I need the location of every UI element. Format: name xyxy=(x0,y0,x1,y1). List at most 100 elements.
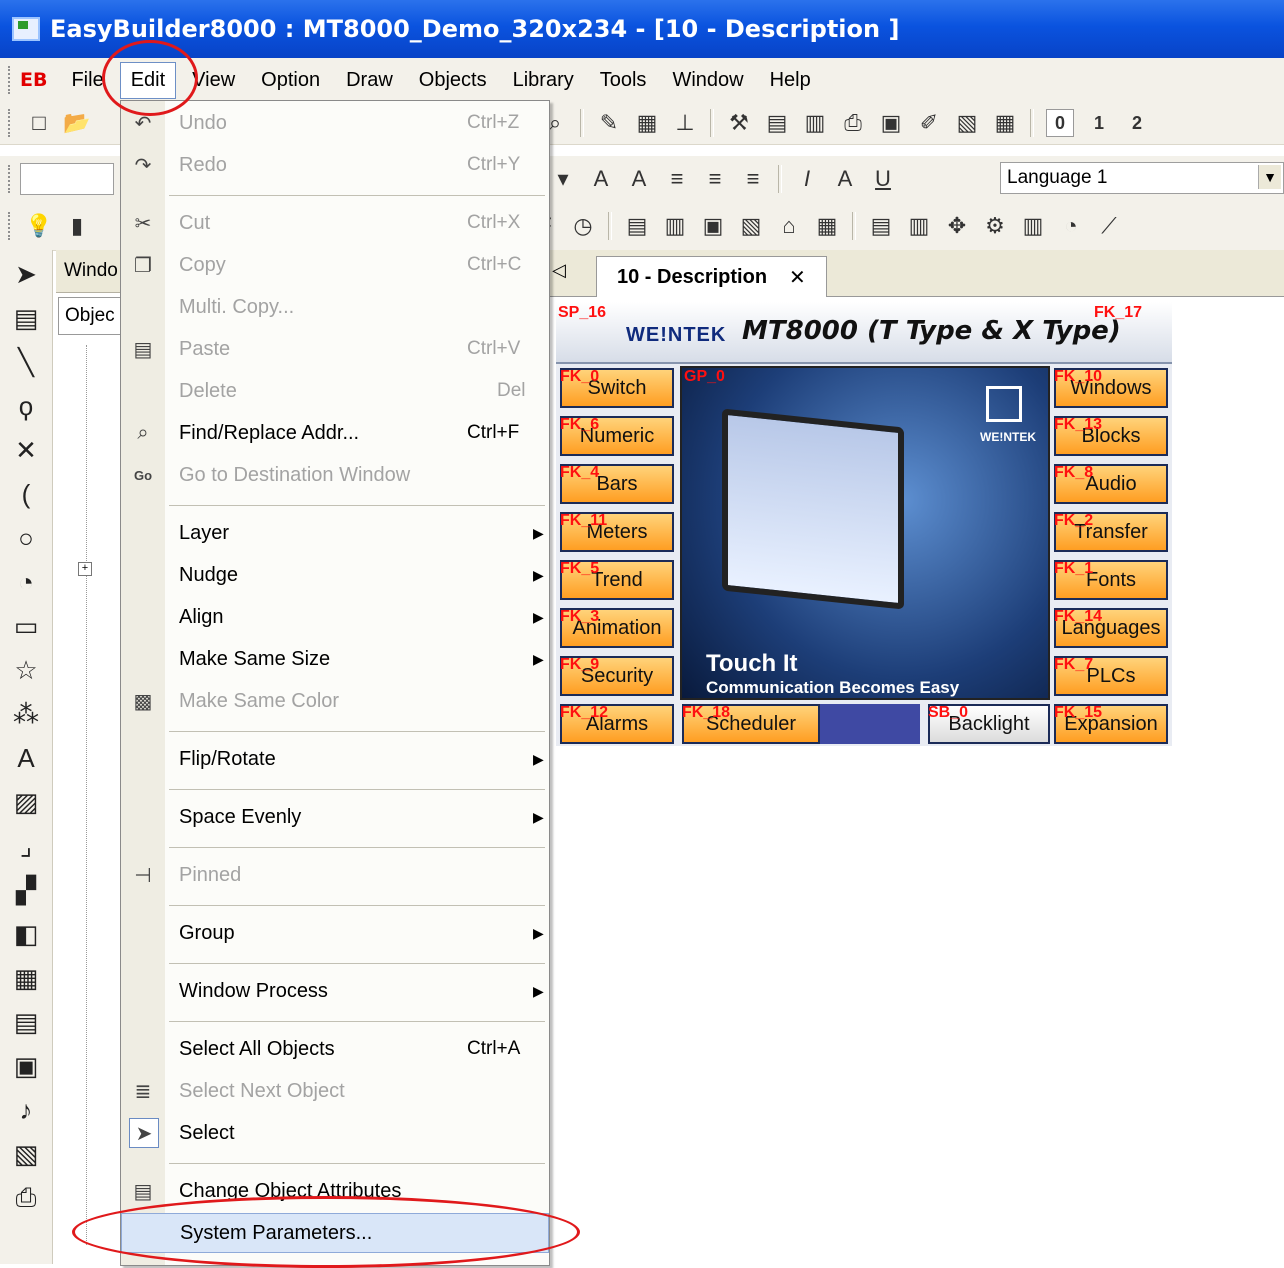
numeric-display-icon[interactable]: ▤ xyxy=(624,213,650,239)
menu-item-change-attributes[interactable]: ▤ Change Object Attributes xyxy=(121,1171,549,1211)
align-icon[interactable]: ⊥ xyxy=(672,110,698,136)
list-icon[interactable]: ▣ xyxy=(10,1050,42,1082)
menu-item-multi-copy[interactable]: Multi. Copy... xyxy=(121,287,549,327)
menu-item-select-next[interactable]: ≣ Select Next Object xyxy=(121,1071,549,1111)
menu-option[interactable]: Option xyxy=(251,63,330,98)
cf-card-icon[interactable]: ▣ xyxy=(878,110,904,136)
align-center-icon[interactable]: ≡ xyxy=(702,166,728,192)
tab-scroll-left-icon[interactable]: ◁ xyxy=(552,260,566,281)
state-2-button[interactable]: 2 xyxy=(1124,110,1150,136)
pen-icon[interactable]: ✎ xyxy=(596,110,622,136)
menu-item-pinned[interactable]: ⊣ Pinned xyxy=(121,855,549,895)
message-icon[interactable]: ▧ xyxy=(738,213,764,239)
menu-item-make-same-size[interactable]: Make Same Size ▶ xyxy=(121,639,549,679)
calendar-icon[interactable]: ▦ xyxy=(814,213,840,239)
menu-item-goto-destination[interactable]: Go Go to Destination Window xyxy=(121,455,549,495)
text-icon[interactable]: A xyxy=(10,742,42,774)
menu-item-paste[interactable]: ▤ Paste Ctrl+V xyxy=(121,329,549,369)
pointer-icon[interactable]: ➤ xyxy=(10,258,42,290)
keypad-icon[interactable]: ▣ xyxy=(700,213,726,239)
star-icon[interactable]: ☆ xyxy=(10,654,42,686)
animation-icon[interactable]: ⚙ xyxy=(982,213,1008,239)
tools-icon[interactable]: ⚒ xyxy=(726,110,752,136)
simulate-icon[interactable]: ▥ xyxy=(802,110,828,136)
menu-item-make-same-color[interactable]: ▩ Make Same Color xyxy=(121,681,549,721)
polyline-icon[interactable]: ϙ xyxy=(10,390,42,422)
circle-icon[interactable]: ○ xyxy=(10,522,42,554)
menu-item-select[interactable]: ➤ Select xyxy=(121,1113,549,1153)
menu-item-redo[interactable]: ↷ Redo Ctrl+Y xyxy=(121,145,549,185)
macro-icon[interactable]: ▞ xyxy=(10,874,42,906)
align-left-icon[interactable]: ≡ xyxy=(664,166,690,192)
bulb-icon[interactable]: 💡 xyxy=(25,213,52,239)
menu-item-find-replace[interactable]: ⌕ Find/Replace Addr... Ctrl+F xyxy=(121,413,549,453)
menu-library[interactable]: Library xyxy=(503,63,584,98)
cross-icon[interactable]: ✕ xyxy=(10,434,42,466)
menu-draw[interactable]: Draw xyxy=(336,63,403,98)
window-icon[interactable]: ◧ xyxy=(10,918,42,950)
menu-file[interactable]: File xyxy=(61,63,113,98)
menu-objects[interactable]: Objects xyxy=(409,63,497,98)
picture-icon[interactable]: ▧ xyxy=(954,110,980,136)
menu-item-nudge[interactable]: Nudge ▶ xyxy=(121,555,549,595)
expand-icon[interactable]: + xyxy=(78,562,92,576)
underline-icon[interactable]: U xyxy=(870,166,896,192)
font-combo[interactable] xyxy=(20,163,114,195)
scale-icon[interactable]: ⁂ xyxy=(10,698,42,730)
menu-item-undo[interactable]: ↶ Undo Ctrl+Z xyxy=(121,103,549,143)
music-note-icon[interactable]: ♪ xyxy=(10,1094,42,1126)
rectangle-icon[interactable]: ▭ xyxy=(10,610,42,642)
dropdown-arrow-icon[interactable]: ▾ xyxy=(550,166,576,192)
menu-item-window-process[interactable]: Window Process ▶ xyxy=(121,971,549,1011)
frame-icon[interactable]: ⌟ xyxy=(10,830,42,862)
tab-description[interactable]: 10 - Description ✕ xyxy=(596,256,827,297)
meter-icon[interactable]: ◔ xyxy=(1058,213,1084,239)
open-folder-icon[interactable]: 📂 xyxy=(63,110,90,136)
menu-item-delete[interactable]: Delete Del xyxy=(121,371,549,411)
menu-item-space-evenly[interactable]: Space Evenly ▶ xyxy=(121,797,549,837)
recipe-icon[interactable]: ▦ xyxy=(10,962,42,994)
font-grow-icon[interactable]: A xyxy=(588,166,614,192)
word-input-icon[interactable]: ▤ xyxy=(868,213,894,239)
state-0-button[interactable]: 0 xyxy=(1046,109,1074,137)
menu-item-system-parameters[interactable]: System Parameters... xyxy=(121,1213,549,1253)
new-file-icon[interactable]: □ xyxy=(26,110,52,136)
table-icon[interactable]: ▦ xyxy=(992,110,1018,136)
data-block-icon[interactable]: ▤ xyxy=(10,1006,42,1038)
attributes-icon[interactable]: ▤ xyxy=(10,302,42,334)
state-1-button[interactable]: 1 xyxy=(1086,110,1112,136)
menu-window[interactable]: Window xyxy=(662,63,753,98)
menu-help[interactable]: Help xyxy=(760,63,821,98)
printer-icon[interactable]: ⎙ xyxy=(10,1182,42,1214)
menu-item-align[interactable]: Align ▶ xyxy=(121,597,549,637)
chevron-down-icon[interactable]: ▼ xyxy=(1258,165,1281,189)
pie-icon[interactable]: ◔ xyxy=(10,566,42,598)
menu-item-copy[interactable]: ❐ Copy Ctrl+C xyxy=(121,245,549,285)
menu-edit[interactable]: Edit xyxy=(119,61,177,99)
menu-item-select-all[interactable]: Select All Objects Ctrl+A xyxy=(121,1029,549,1069)
home-icon[interactable]: ⌂ xyxy=(776,213,802,239)
clock-icon[interactable]: ◷ xyxy=(570,213,596,239)
menu-view[interactable]: View xyxy=(182,63,245,98)
language-select[interactable]: Language 1 ▼ xyxy=(1000,162,1284,194)
objects-tab[interactable]: Objec xyxy=(58,297,126,335)
font-color-icon[interactable]: A xyxy=(832,166,858,192)
edit-pencil-icon[interactable]: ✐ xyxy=(916,110,942,136)
italic-icon[interactable]: I xyxy=(794,166,820,192)
font-shrink-icon[interactable]: A xyxy=(626,166,652,192)
menu-item-cut[interactable]: ✂ Cut Ctrl+X xyxy=(121,203,549,243)
ascii-icon[interactable]: ▥ xyxy=(662,213,688,239)
move-icon[interactable]: ✥ xyxy=(944,213,970,239)
grid-icon[interactable]: ▦ xyxy=(634,110,660,136)
menu-item-group[interactable]: Group ▶ xyxy=(121,913,549,953)
menu-item-flip-rotate[interactable]: Flip/Rotate ▶ xyxy=(121,739,549,779)
close-icon[interactable]: ✕ xyxy=(789,265,806,290)
menu-tools[interactable]: Tools xyxy=(590,63,657,98)
compile-icon[interactable]: ▤ xyxy=(764,110,790,136)
align-right-icon[interactable]: ≡ xyxy=(740,166,766,192)
table-edit-icon[interactable]: ▧ xyxy=(10,1138,42,1170)
menu-item-layer[interactable]: Layer ▶ xyxy=(121,513,549,553)
line-icon[interactable]: ╲ xyxy=(10,346,42,378)
arc-icon[interactable]: ( xyxy=(10,478,42,510)
bar-chart-icon[interactable]: ▥ xyxy=(1020,213,1046,239)
